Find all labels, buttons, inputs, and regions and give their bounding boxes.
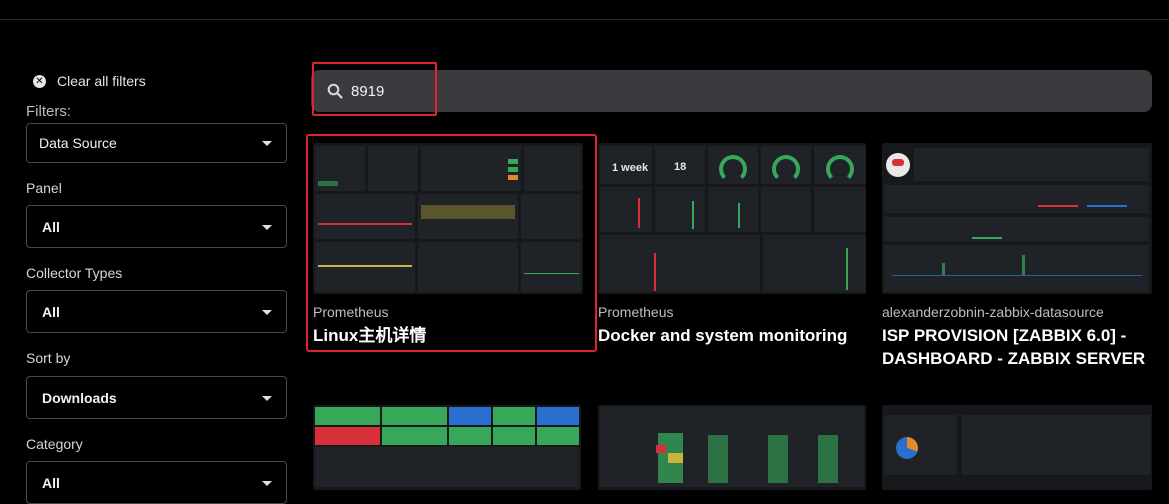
thumb-stat-count: 18 [674,161,687,173]
collector-types-select[interactable]: All [26,290,287,333]
top-divider [0,19,1169,20]
thumb-stat-period: 1 week [612,162,649,174]
clear-all-label: Clear all filters [57,73,146,89]
card-title[interactable]: ISP PROVISION [ZABBIX 6.0] - DASHBOARD -… [882,324,1157,370]
search-bar [311,70,1152,112]
chevron-down-icon [262,224,272,230]
dashboard-card[interactable] [313,405,583,490]
close-circle-icon: ✕ [33,74,46,88]
panel-select[interactable]: All [26,205,287,248]
dashboard-card-docker[interactable]: 1 week 18 Prometheus Docker and system m… [598,143,868,373]
dashboard-thumbnail [598,405,866,490]
clear-all-filters-button[interactable]: ✕ Clear all filters [33,73,146,89]
card-data-source: Prometheus [598,304,674,320]
sort-by-value: Downloads [42,389,117,406]
category-select[interactable]: All [26,461,287,504]
panel-value: All [42,218,60,235]
search-icon [327,83,343,99]
sort-by-label: Sort by [26,350,71,366]
dashboard-thumbnail: 1 week 18 [598,143,866,294]
collector-types-value: All [42,303,60,320]
chevron-down-icon [262,395,272,401]
filters-heading: Filters: [26,103,71,120]
collector-types-label: Collector Types [26,265,123,281]
data-source-value: Data Source [39,135,117,151]
dashboard-thumbnail [313,143,583,294]
category-value: All [42,474,60,491]
dashboard-thumbnail [882,143,1152,294]
dashboard-card[interactable] [882,405,1152,490]
dashboard-card[interactable] [598,405,868,490]
dashboard-thumbnail [882,405,1152,490]
dashboard-thumbnail [313,405,581,490]
chevron-down-icon [262,141,272,146]
panel-label: Panel [26,180,62,196]
card-title[interactable]: Linux主机详情 [313,324,583,347]
category-label: Category [26,436,83,452]
card-data-source: alexanderzobnin-zabbix-datasource [882,304,1104,320]
sort-by-select[interactable]: Downloads [26,376,287,419]
card-data-source: Prometheus [313,304,389,320]
dashboard-card-zabbix[interactable]: alexanderzobnin-zabbix-datasource ISP PR… [882,143,1152,373]
chevron-down-icon [262,309,272,315]
search-input[interactable] [351,70,1131,112]
dashboard-card-linux[interactable]: Prometheus Linux主机详情 [313,143,583,348]
data-source-select[interactable]: Data Source [26,123,287,163]
card-title[interactable]: Docker and system monitoring [598,324,868,347]
